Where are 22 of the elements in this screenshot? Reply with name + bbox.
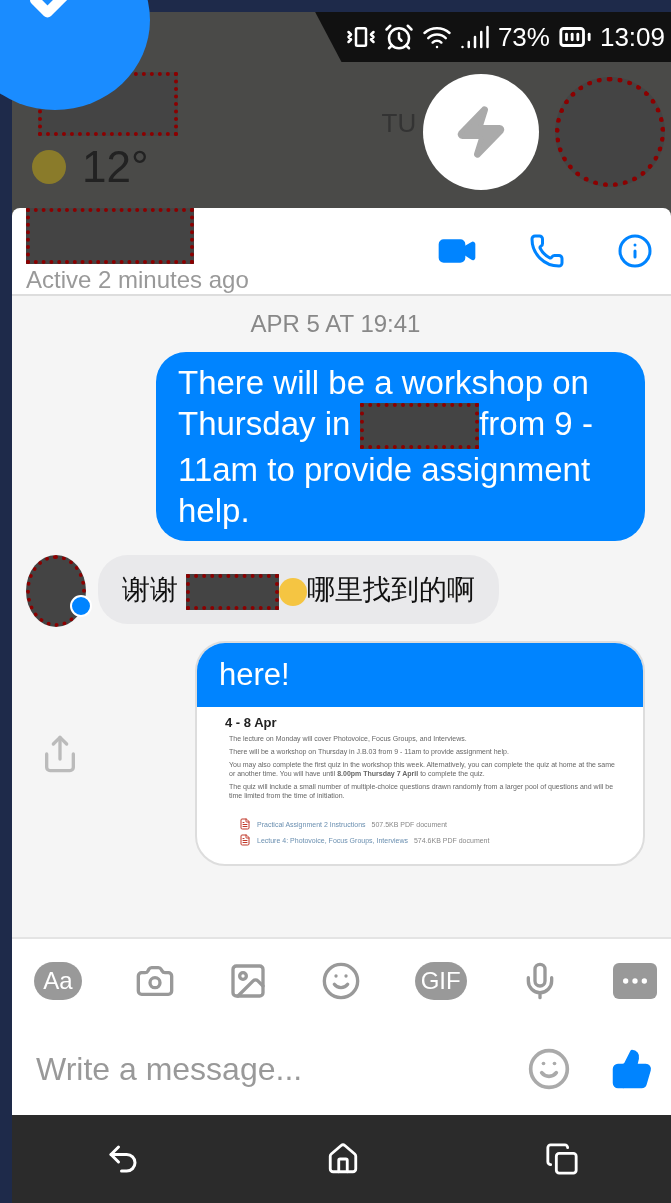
clock-time: 13:09 [599, 21, 665, 53]
pdf-icon [239, 834, 251, 847]
active-status: Active 2 minutes ago [26, 266, 249, 294]
document-title: 4 - 8 Apr [225, 715, 278, 731]
pdf-icon [239, 818, 251, 831]
toolbar-button[interactable]: GIF [414, 962, 467, 1000]
phone-icon[interactable] [529, 233, 565, 269]
message-bubble: There will be a workshop on Thursday in from 9 - 11am to provide assignment help. [156, 352, 645, 542]
message-bubble: 谢谢 哪里找到的啊 [98, 555, 500, 625]
smiley-icon[interactable] [321, 961, 362, 1001]
info-icon[interactable] [617, 233, 653, 269]
battery-percentage: 73% [497, 21, 550, 53]
stickers-icon[interactable] [527, 1047, 571, 1091]
alarm-icon [383, 22, 414, 52]
sun-icon [32, 150, 66, 184]
toolbar-button[interactable]: Aa [34, 962, 82, 1000]
date-divider: APR 5 AT 19:41 [250, 310, 421, 338]
more-icon[interactable] [612, 963, 657, 999]
like-icon[interactable] [611, 1048, 653, 1090]
message-text: here! [197, 643, 643, 708]
messenger-badge-icon [70, 595, 92, 618]
recent-apps-icon[interactable] [544, 1142, 579, 1176]
